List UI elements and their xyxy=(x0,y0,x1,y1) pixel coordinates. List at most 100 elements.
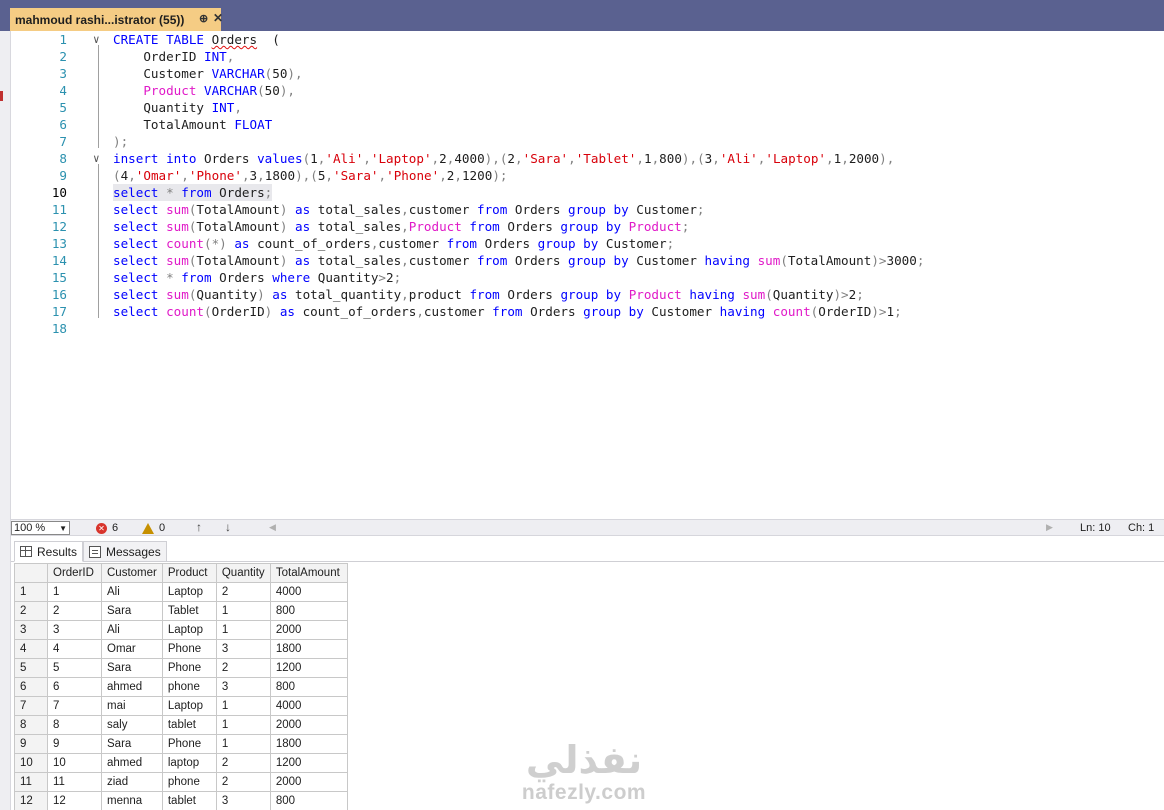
zoom-dropdown[interactable]: 100 % ▼ xyxy=(11,521,70,535)
code-line[interactable]: 8 ∨ insert into Orders values(1,'Ali','Lap… xyxy=(11,150,1164,167)
pin-icon[interactable]: ⊕ xyxy=(199,12,208,25)
tab-results[interactable]: Results xyxy=(14,541,84,562)
table-cell[interactable]: Omar xyxy=(101,639,163,659)
table-row[interactable]: 3 3 Ali Laptop 1 2000 xyxy=(14,620,348,640)
table-cell[interactable]: mai xyxy=(101,696,163,716)
table-cell[interactable]: 10 xyxy=(47,753,102,773)
column-header[interactable]: Product xyxy=(161,563,217,583)
column-header[interactable]: Customer xyxy=(101,563,163,583)
table-cell[interactable]: phone xyxy=(161,772,217,792)
table-cell[interactable]: 3 xyxy=(215,791,271,810)
table-cell[interactable]: 800 xyxy=(269,677,348,697)
code-line[interactable]: 1 ∨ CREATE TABLE Orders ( xyxy=(11,31,1164,48)
fold-toggle-icon[interactable]: ∨ xyxy=(93,31,103,48)
table-cell[interactable]: 11 xyxy=(47,772,102,792)
table-cell[interactable]: 6 xyxy=(47,677,102,697)
table-cell[interactable]: 3 xyxy=(215,677,271,697)
query-document-tab[interactable]: mahmoud rashi...istrator (55)) ⊕ ✕ xyxy=(10,8,223,31)
table-cell[interactable]: 2000 xyxy=(269,715,348,735)
table-cell[interactable]: Laptop xyxy=(161,696,217,716)
scroll-right-icon[interactable]: ▶ xyxy=(1046,522,1053,533)
fold-toggle-icon[interactable]: ∨ xyxy=(93,150,103,167)
table-cell[interactable]: ahmed xyxy=(101,677,163,697)
table-cell[interactable]: 9 xyxy=(47,734,102,754)
table-cell[interactable]: 1800 xyxy=(269,639,348,659)
row-number[interactable]: 10 xyxy=(14,753,48,773)
column-header[interactable]: Quantity xyxy=(215,563,271,583)
table-cell[interactable]: 12 xyxy=(47,791,102,810)
code-line[interactable]: 7); xyxy=(11,133,1164,150)
table-cell[interactable]: tablet xyxy=(161,791,217,810)
table-row[interactable]: 11 11 ziad phone 2 2000 xyxy=(14,772,348,792)
table-cell[interactable]: Sara xyxy=(101,601,163,621)
table-row[interactable]: 1 1 Ali Laptop 2 4000 xyxy=(14,582,348,602)
table-cell[interactable]: 1 xyxy=(215,715,271,735)
table-row[interactable]: 9 9 Sara Phone 1 1800 xyxy=(14,734,348,754)
table-cell[interactable]: Ali xyxy=(101,582,163,602)
code-line[interactable]: 14 select sum(TotalAmount) as total_sales… xyxy=(11,252,1164,269)
table-cell[interactable]: Ali xyxy=(101,620,163,640)
code-line[interactable]: 4 Product VARCHAR(50), xyxy=(11,82,1164,99)
table-cell[interactable]: 1 xyxy=(215,601,271,621)
table-cell[interactable]: 1200 xyxy=(269,753,348,773)
next-error-icon[interactable]: ↓ xyxy=(225,520,231,534)
table-cell[interactable]: 4000 xyxy=(269,696,348,716)
tab-messages[interactable]: Messages xyxy=(83,541,167,562)
grid-corner[interactable] xyxy=(14,563,48,583)
table-cell[interactable]: Tablet xyxy=(161,601,217,621)
table-cell[interactable]: phone xyxy=(161,677,217,697)
table-cell[interactable]: 7 xyxy=(47,696,102,716)
table-cell[interactable]: Sara xyxy=(101,734,163,754)
table-cell[interactable]: saly xyxy=(101,715,163,735)
table-cell[interactable]: laptop xyxy=(161,753,217,773)
table-cell[interactable]: 2 xyxy=(215,772,271,792)
row-number[interactable]: 5 xyxy=(14,658,48,678)
table-row[interactable]: 8 8 saly tablet 1 2000 xyxy=(14,715,348,735)
table-row[interactable]: 10 10 ahmed laptop 2 1200 xyxy=(14,753,348,773)
table-cell[interactable]: 2 xyxy=(47,601,102,621)
table-cell[interactable]: 4 xyxy=(47,639,102,659)
table-cell[interactable]: 1 xyxy=(47,582,102,602)
code-line[interactable]: 12 select sum(TotalAmount) as total_sales… xyxy=(11,218,1164,235)
table-cell[interactable]: 8 xyxy=(47,715,102,735)
query-editor[interactable]: 1 ∨ CREATE TABLE Orders (2 OrderID INT, 3 C… xyxy=(11,31,1164,519)
table-cell[interactable]: 2000 xyxy=(269,620,348,640)
table-cell[interactable]: 5 xyxy=(47,658,102,678)
table-cell[interactable]: 4000 xyxy=(269,582,348,602)
table-cell[interactable]: Laptop xyxy=(161,582,217,602)
row-number[interactable]: 9 xyxy=(14,734,48,754)
code-line[interactable]: 2 OrderID INT, xyxy=(11,48,1164,65)
table-cell[interactable]: 1 xyxy=(215,620,271,640)
table-cell[interactable]: 1 xyxy=(215,696,271,716)
table-cell[interactable]: Phone xyxy=(161,639,217,659)
table-cell[interactable]: 3 xyxy=(215,639,271,659)
table-row[interactable]: 2 2 Sara Tablet 1 800 xyxy=(14,601,348,621)
table-row[interactable]: 5 5 Sara Phone 2 1200 xyxy=(14,658,348,678)
table-cell[interactable]: 2000 xyxy=(269,772,348,792)
table-cell[interactable]: 2 xyxy=(215,658,271,678)
table-cell[interactable]: Phone xyxy=(161,658,217,678)
code-line[interactable]: 9 (4,'Omar','Phone',3,1800),(5,'Sara','Ph… xyxy=(11,167,1164,184)
code-line[interactable]: 15 select * from Orders where Quantity>2; xyxy=(11,269,1164,286)
table-cell[interactable]: Laptop xyxy=(161,620,217,640)
row-number[interactable]: 1 xyxy=(14,582,48,602)
code-line[interactable]: 17 select count(OrderID) as count_of_orde… xyxy=(11,303,1164,320)
table-cell[interactable]: ahmed xyxy=(101,753,163,773)
row-number[interactable]: 2 xyxy=(14,601,48,621)
error-count[interactable]: ✕ 6 xyxy=(96,521,118,535)
close-icon[interactable]: ✕ xyxy=(213,11,223,25)
code-line[interactable]: 18 xyxy=(11,320,1164,337)
table-cell[interactable]: 1 xyxy=(215,734,271,754)
scroll-left-icon[interactable]: ◀ xyxy=(269,522,276,533)
table-row[interactable]: 6 6 ahmed phone 3 800 xyxy=(14,677,348,697)
row-number[interactable]: 12 xyxy=(14,791,48,810)
code-line[interactable]: 13 select count(*) as count_of_orders,cus… xyxy=(11,235,1164,252)
code-line[interactable]: 3 Customer VARCHAR(50), xyxy=(11,65,1164,82)
table-row[interactable]: 4 4 Omar Phone 3 1800 xyxy=(14,639,348,659)
code-line[interactable]: 16 select sum(Quantity) as total_quantity… xyxy=(11,286,1164,303)
table-cell[interactable]: 3 xyxy=(47,620,102,640)
table-cell[interactable]: 1800 xyxy=(269,734,348,754)
warning-count[interactable]: 0 xyxy=(142,521,165,535)
row-number[interactable]: 8 xyxy=(14,715,48,735)
table-cell[interactable]: menna xyxy=(101,791,163,810)
